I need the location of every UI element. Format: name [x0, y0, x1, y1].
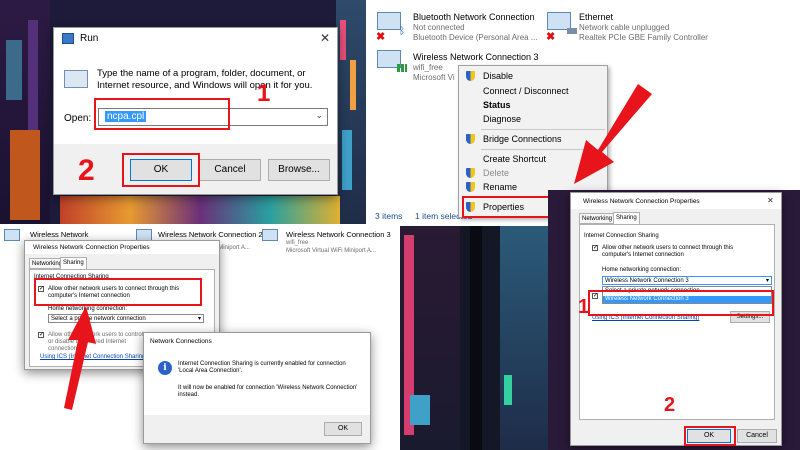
run-program-icon: [64, 70, 88, 88]
uac-shield-icon: [466, 134, 475, 144]
network-item-device: Bluetooth Device (Personal Area ...: [413, 33, 538, 42]
tab-sharing[interactable]: Sharing: [60, 257, 87, 269]
network-item-bluetooth[interactable]: ᛒ ✖ Bluetooth Network Connection Not con…: [373, 10, 543, 44]
network-item-status: wifi_free: [286, 240, 309, 246]
ics-group-label: Internet Connection Sharing: [584, 233, 659, 239]
network-item-device: Microsoft Virtual WiFi Miniport A...: [286, 248, 376, 254]
properties-title-bar: Wireless Network Connection Properties: [25, 241, 219, 254]
cancel-button[interactable]: Cancel: [737, 429, 777, 443]
disconnected-x-icon: ✖: [546, 31, 556, 43]
network-item-status: Not connected: [413, 23, 465, 32]
highlight-properties: [462, 196, 550, 218]
network-item-name: Wireless Network Connection 3: [413, 52, 539, 62]
uac-shield-icon: [466, 182, 475, 192]
chevron-down-icon: ▾: [197, 316, 201, 322]
network-item-name: Wireless Network Connection 3: [286, 230, 391, 239]
sharing-panel: Internet Connection Sharing ✓ Allow othe…: [579, 224, 775, 420]
dialog-ok-button[interactable]: OK: [324, 422, 362, 436]
disconnected-x-icon: ✖: [376, 31, 386, 43]
allow-connect-label: Allow other network users to connect thr…: [602, 245, 734, 258]
chevron-down-icon[interactable]: ⌄: [315, 110, 323, 121]
step-2-label: 2: [78, 154, 95, 187]
run-title-bar: Run ✕: [54, 28, 337, 50]
run-title: Run: [80, 33, 99, 44]
close-icon[interactable]: ✕: [320, 31, 330, 45]
cancel-button[interactable]: Cancel: [199, 159, 261, 181]
network-item-name: Bluetooth Network Connection: [413, 12, 535, 22]
cable-icon: [567, 28, 577, 34]
red-arrow-to-properties: [574, 84, 652, 184]
home-network-label: Home networking connection:: [602, 267, 682, 273]
open-label: Open:: [64, 113, 92, 124]
wallpaper-bottom-mid: [400, 225, 548, 450]
highlight-allow-checkbox: [34, 278, 202, 306]
network-item-name: Ethernet: [579, 12, 614, 22]
network-item-ethernet[interactable]: ✖ Ethernet Network cable unplugged Realt…: [543, 10, 763, 44]
close-icon[interactable]: ✕: [767, 196, 774, 205]
properties-title: Wireless Network Connection Properties: [33, 244, 150, 251]
allow-control-checkbox[interactable]: ✓: [38, 332, 44, 338]
home-network-select[interactable]: Wireless Network Connection 3 ▾: [602, 276, 772, 285]
network-item-device: Realtek PCIe GBE Family Controller: [579, 33, 708, 42]
allow-connect-checkbox[interactable]: ✓: [592, 245, 598, 251]
tab-sharing[interactable]: Sharing: [613, 212, 640, 224]
red-arrow-up: [64, 306, 96, 410]
network-item-status: Network cable unplugged: [579, 23, 670, 32]
highlight-dropdown: [588, 290, 774, 316]
step-2-label-props: 2: [664, 394, 676, 416]
highlight-open-input: [94, 98, 230, 130]
wifi-signal-icon: [397, 64, 407, 72]
network-item-status: wifi_free: [413, 63, 443, 72]
dialog-title: Network Connections: [150, 338, 212, 345]
network-adapter-icon: [377, 12, 401, 30]
home-network-select-value: Wireless Network Connection 3: [605, 278, 689, 284]
step-1-label: 1: [257, 80, 271, 107]
run-description: Type the name of a program, folder, docu…: [97, 68, 313, 91]
network-connections-dialog: Network Connections i Internet Connectio…: [143, 332, 371, 444]
using-ics-link[interactable]: Using ICS (Internet Connection Sharing): [592, 315, 699, 322]
tab-networking[interactable]: Networking: [579, 213, 616, 224]
network-item-device: Microsoft Vi: [413, 73, 455, 82]
panel-divider-h: [0, 224, 548, 226]
properties-dialog-right: Wireless Network Connection Properties ✕…: [570, 192, 782, 446]
network-item-name: Wireless Network Connection 2: [158, 230, 263, 239]
info-icon: i: [158, 361, 172, 375]
properties-title: Wireless Network Connection Properties: [583, 198, 700, 205]
dialog-message-line2: It will now be enabled for connection 'W…: [178, 385, 358, 398]
network-adapter-icon: [4, 229, 20, 241]
highlight-ok-props: [684, 426, 736, 446]
chevron-down-icon: ▾: [765, 278, 769, 284]
uac-shield-icon: [466, 168, 475, 178]
network-item-wireless-3b[interactable]: Wireless Network Connection 3 wifi_free …: [262, 228, 398, 258]
bluetooth-icon: ᛒ: [399, 26, 405, 37]
status-items-count: 3 items: [375, 211, 403, 221]
step-1-label-props: 1: [578, 296, 590, 318]
browse-button[interactable]: Browse...: [268, 159, 330, 181]
network-adapter-icon: [262, 229, 278, 241]
properties-title-bar: Wireless Network Connection Properties ✕: [571, 193, 781, 209]
uac-shield-icon: [466, 71, 475, 81]
highlight-ok-button: [122, 153, 200, 187]
run-app-icon: [62, 33, 74, 44]
dialog-message-line1: Internet Connection Sharing is currently…: [178, 361, 346, 374]
panel-divider-v: [366, 0, 368, 225]
